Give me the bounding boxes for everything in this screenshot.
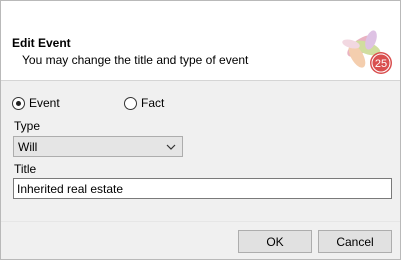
event-radio-label: Event (29, 96, 60, 110)
event-radio[interactable]: Event (12, 96, 60, 110)
radio-checked-icon (12, 96, 25, 110)
radio-unchecked-icon (124, 96, 137, 110)
title-label: Title (14, 162, 37, 176)
fact-radio-label: Fact (141, 96, 165, 110)
ok-button[interactable]: OK (238, 230, 312, 253)
dialog-header: Edit Event You may change the title and … (1, 1, 400, 81)
logo-badge-text: 25 (375, 58, 387, 70)
cancel-button[interactable]: Cancel (318, 230, 392, 253)
dialog-title: Edit Event (12, 36, 71, 50)
fact-radio[interactable]: Fact (124, 96, 164, 110)
type-label: Type (14, 119, 41, 133)
dialog-body: Event Fact Type Will Title Inherited rea… (1, 82, 400, 221)
dialog-subtitle: You may change the title and type of eve… (22, 53, 249, 67)
type-select-value: Will (18, 139, 38, 154)
app-logo-icon: 25 (342, 30, 392, 74)
edit-event-dialog: Edit Event You may change the title and … (0, 0, 401, 260)
chevron-down-icon (166, 144, 176, 150)
title-input[interactable]: Inherited real estate (13, 178, 392, 199)
title-input-value: Inherited real estate (17, 181, 124, 196)
type-select[interactable]: Will (13, 136, 183, 157)
dialog-footer: OK Cancel (1, 221, 400, 259)
